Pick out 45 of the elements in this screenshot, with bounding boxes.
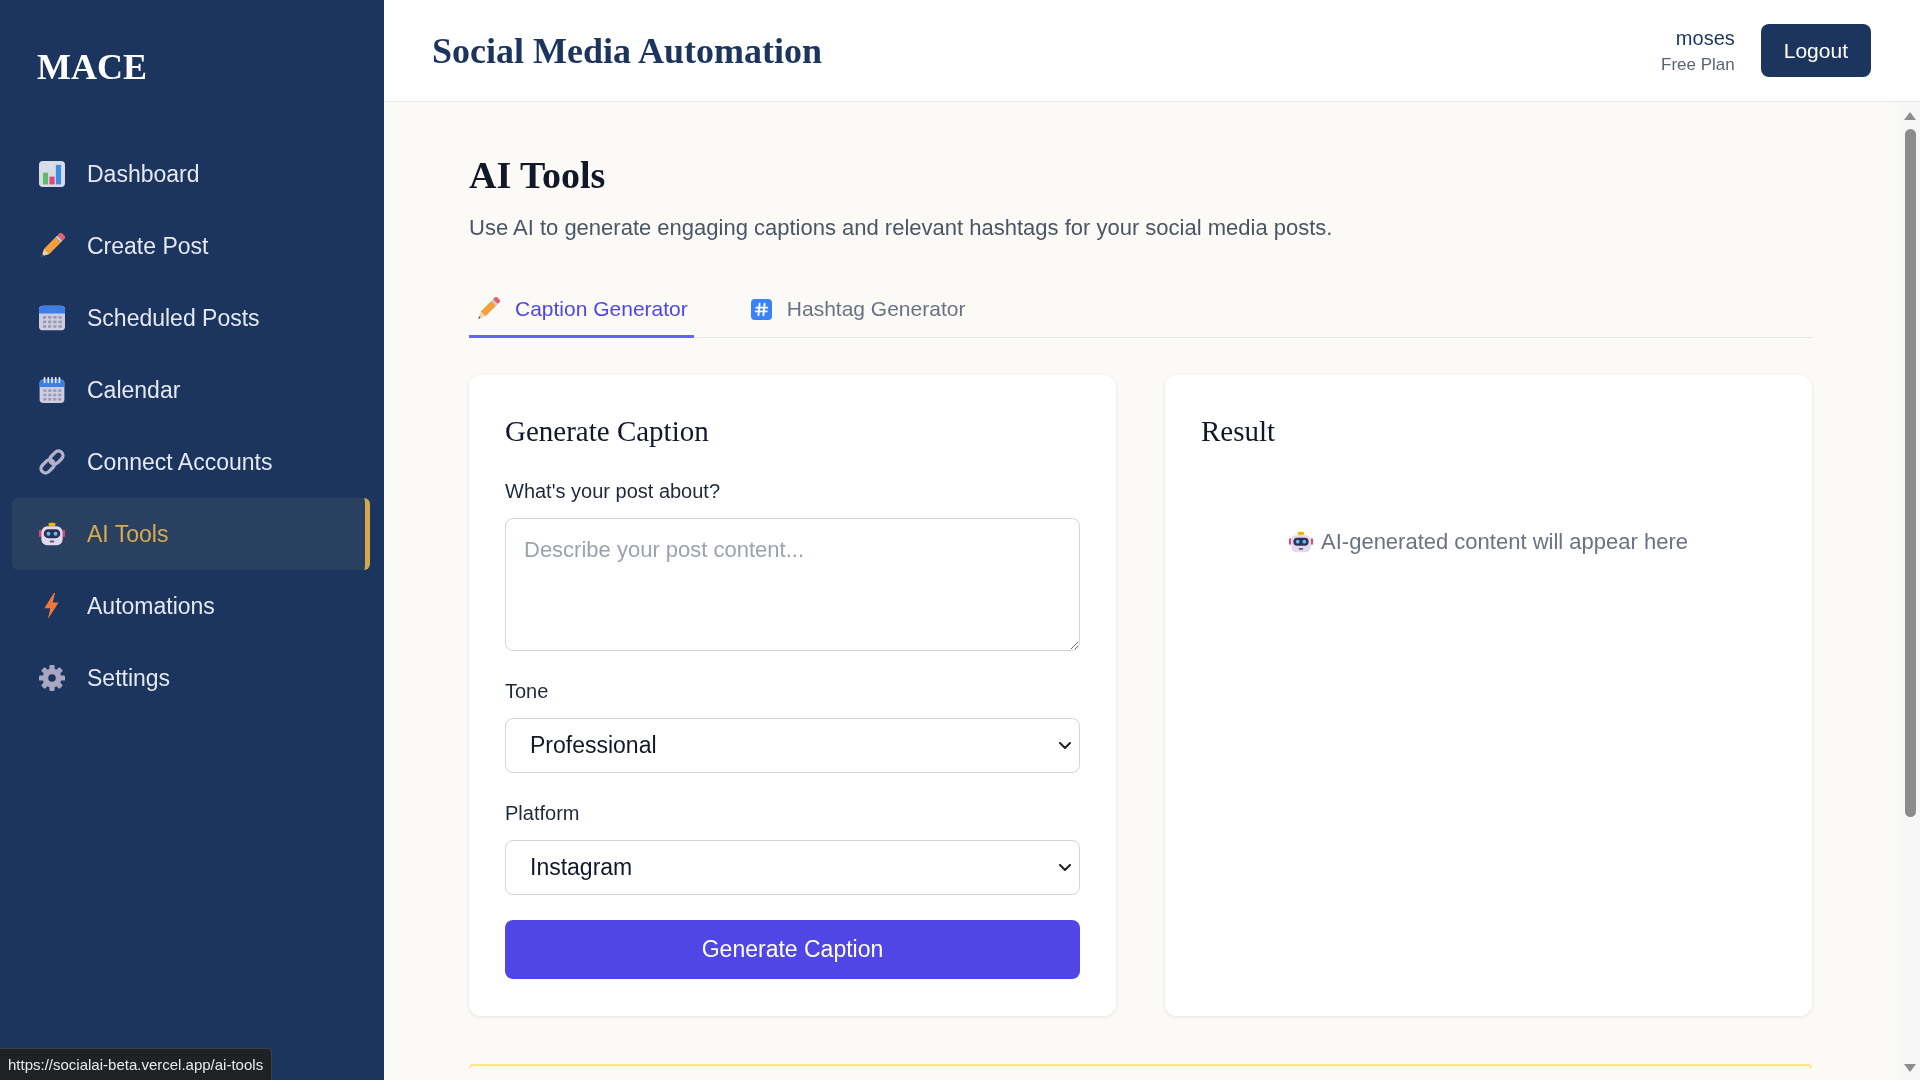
dropdown[interactable]: Professional	[505, 718, 1080, 773]
nav-item[interactable]: Dashboard	[12, 138, 370, 210]
scrollbar-thumb[interactable]	[1904, 129, 1916, 817]
field-label: What's your post about?	[505, 479, 721, 503]
pencil-icon	[39, 233, 65, 259]
scroll-down-icon[interactable]	[1904, 1064, 1916, 1072]
card-title: Result	[1201, 414, 1276, 449]
chevron-down-icon	[1059, 741, 1071, 750]
empty-result-message: AI-generated content will appear here	[1321, 528, 1688, 556]
chain-link-icon	[39, 449, 65, 475]
plan-label: Free Plan	[1661, 53, 1735, 76]
post-content-field[interactable]: Describe your post content...	[505, 518, 1080, 651]
nav-item[interactable]: Connect Accounts	[12, 426, 370, 498]
robot-icon	[1289, 531, 1314, 553]
nav-item[interactable]: Create Post	[12, 210, 370, 282]
status-url: https://socialai-beta.vercel.app/ai-tools	[0, 1048, 273, 1080]
logout-button[interactable]: Logout	[1760, 24, 1871, 77]
tab[interactable]: Caption Generator	[469, 283, 694, 338]
page-subtitle: Use AI to generate engaging captions and relevant hashtags for your social media posts.	[469, 214, 1333, 242]
gear-icon	[39, 665, 65, 691]
bar-chart-icon	[39, 161, 65, 187]
spiral-calendar-icon	[39, 377, 65, 403]
hashtag-icon	[750, 298, 772, 320]
page-title: AI Tools	[469, 153, 606, 198]
lightning-bolt-icon	[44, 593, 59, 619]
generate-button[interactable]: Generate Caption	[505, 920, 1080, 979]
scroll-up-icon[interactable]	[1904, 112, 1916, 120]
nav-item[interactable]: Settings	[12, 642, 370, 714]
dropdown[interactable]: Instagram	[505, 840, 1080, 895]
calendar-icon	[39, 305, 65, 331]
chevron-down-icon	[1059, 863, 1071, 872]
nav-item[interactable]: Calendar	[12, 354, 370, 426]
tab[interactable]: Hashtag Generator	[743, 283, 972, 338]
user-name: moses	[1675, 25, 1735, 50]
nav-item[interactable]: Scheduled Posts	[12, 282, 370, 354]
scrollbar[interactable]	[1900, 102, 1920, 1080]
pencil-icon	[476, 297, 500, 321]
nav-item[interactable]: Automations	[12, 570, 370, 642]
field-label: Platform	[505, 801, 580, 825]
robot-icon	[39, 521, 65, 547]
logo: MACE	[37, 46, 147, 89]
nav-item[interactable]: AI Tools	[12, 498, 370, 570]
field-label: Tone	[505, 679, 549, 703]
card-title: Generate Caption	[505, 414, 709, 449]
app-title: Social Media Automation	[432, 29, 822, 73]
